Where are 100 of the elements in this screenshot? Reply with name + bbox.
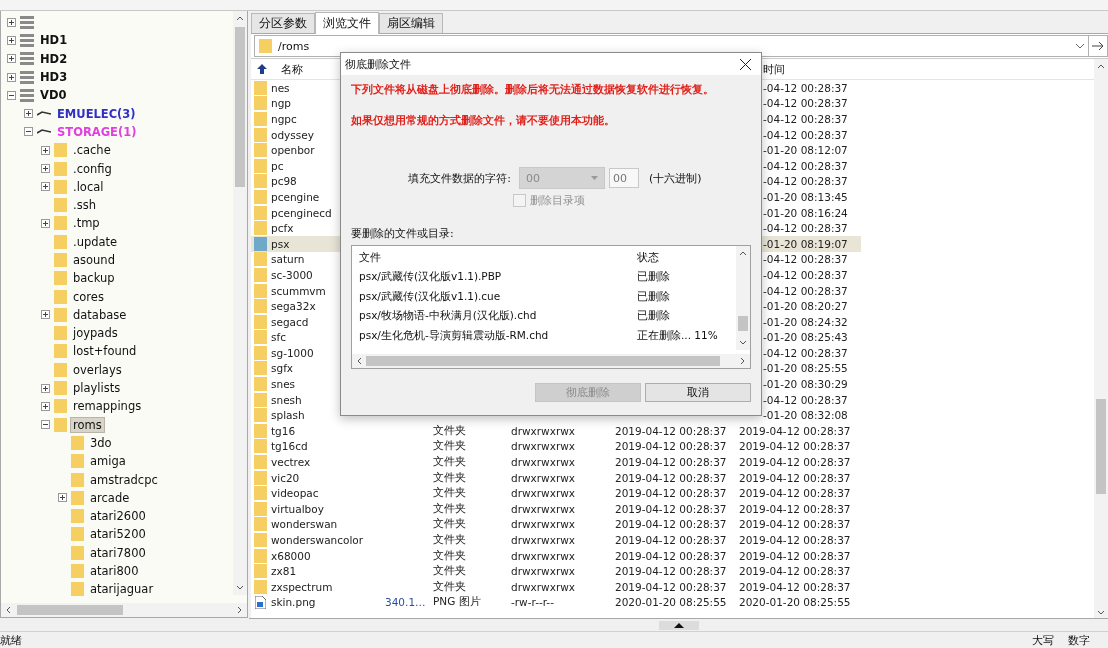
file-name: zxspectrum bbox=[270, 580, 333, 593]
created-time: 2019-04-12 00:28:37 bbox=[738, 518, 851, 531]
file-name: odyssey bbox=[270, 128, 314, 141]
file-name: pc bbox=[270, 159, 284, 172]
created-time: -04-12 00:28:37 bbox=[762, 159, 848, 172]
file-name: x68000 bbox=[270, 549, 311, 562]
created-time: -01-20 08:13:45 bbox=[762, 190, 848, 203]
delete-status: 已删除 bbox=[637, 270, 671, 285]
created-time: 2019-04-12 00:28:37 bbox=[738, 471, 851, 484]
file-name: pcfx bbox=[270, 222, 294, 235]
file-attributes: drwxrwxrwx bbox=[510, 502, 576, 515]
created-time: -01-20 08:32:08 bbox=[762, 409, 848, 422]
warning-text: 如果仅想用常规的方式删除文件，请不要使用本功能。 bbox=[351, 114, 616, 128]
file-type: 文件夹 bbox=[432, 501, 466, 516]
file-name: psx bbox=[270, 237, 290, 250]
created-time: 2020-01-20 08:25:55 bbox=[738, 596, 851, 609]
key-indicator: 数字 bbox=[1068, 632, 1090, 648]
modified-time: 2019-04-12 00:28:37 bbox=[614, 502, 727, 515]
unit-text: (十六进制) bbox=[649, 170, 702, 186]
file-name: nes bbox=[270, 81, 290, 94]
file-name: wonderswan bbox=[270, 518, 338, 531]
file-attributes: drwxrwxrwx bbox=[510, 549, 576, 562]
created-time: 2019-04-12 00:28:37 bbox=[738, 440, 851, 453]
file-type: 文件夹 bbox=[432, 470, 466, 485]
created-time: -04-12 00:28:37 bbox=[762, 175, 848, 188]
file-type: 文件夹 bbox=[432, 548, 466, 563]
created-time: 2019-04-12 00:28:37 bbox=[738, 549, 851, 562]
file-name: segacd bbox=[270, 315, 309, 328]
created-time: -04-12 00:28:37 bbox=[762, 128, 848, 141]
created-time: 2019-04-12 00:28:37 bbox=[738, 502, 851, 515]
file-attributes: drwxrwxrwx bbox=[510, 456, 576, 469]
file-type: 文件夹 bbox=[432, 564, 466, 579]
file-type: 文件夹 bbox=[432, 455, 466, 470]
checkbox-label: 删除目录项 bbox=[530, 193, 585, 208]
file-type: PNG 图片 bbox=[432, 595, 481, 610]
created-time: -01-20 08:19:07 bbox=[762, 237, 848, 250]
created-time: 2019-04-12 00:28:37 bbox=[738, 456, 851, 469]
file-name: wonderswancolor bbox=[270, 534, 364, 546]
file-attributes: drwxrwxrwx bbox=[510, 534, 576, 546]
created-time: -01-20 08:25:43 bbox=[762, 331, 848, 344]
file-name: scummvm bbox=[270, 284, 326, 297]
delete-status: 已删除 bbox=[637, 309, 671, 324]
file-name: sgfx bbox=[270, 362, 294, 375]
warning-text: 下列文件将从磁盘上彻底删除。删除后将无法通过数据恢复软件进行恢复。 bbox=[351, 83, 715, 97]
file-attributes: drwxrwxrwx bbox=[510, 440, 576, 453]
file-name: zx81 bbox=[270, 565, 297, 578]
file-name: sega32x bbox=[270, 300, 316, 313]
file-type: 文件夹 bbox=[432, 423, 466, 438]
modified-time: 2019-04-12 00:28:37 bbox=[614, 549, 727, 562]
file-name: vic20 bbox=[270, 471, 300, 484]
created-time: -04-12 00:28:37 bbox=[762, 81, 848, 94]
file-name: pc98 bbox=[270, 175, 297, 188]
file-name: vectrex bbox=[270, 456, 311, 469]
file-attributes: drwxrwxrwx bbox=[510, 518, 576, 531]
created-time: -01-20 08:16:24 bbox=[762, 206, 848, 219]
modified-time: 2019-04-12 00:28:37 bbox=[614, 518, 727, 531]
created-time: -04-12 00:28:37 bbox=[762, 268, 848, 281]
created-time: -01-20 08:30:29 bbox=[762, 378, 848, 391]
file-attributes: drwxrwxrwx bbox=[510, 471, 576, 484]
modified-time: 2019-04-12 00:28:37 bbox=[614, 456, 727, 469]
file-name: snesh bbox=[270, 393, 302, 406]
file-name: ngpc bbox=[270, 113, 297, 125]
file-path: psx/生化危机-导演剪辑震动版-RM.chd bbox=[359, 328, 550, 343]
modified-time: 2019-04-12 00:28:37 bbox=[614, 471, 727, 484]
file-type: 文件夹 bbox=[432, 439, 466, 454]
file-name: sfc bbox=[270, 331, 286, 344]
file-type: 文件夹 bbox=[432, 533, 466, 547]
created-time: -01-20 08:24:32 bbox=[762, 315, 848, 328]
modified-time: 2019-04-12 00:28:37 bbox=[614, 487, 727, 500]
file-type: 文件夹 bbox=[432, 517, 466, 532]
created-time: -04-12 00:28:37 bbox=[762, 346, 848, 359]
file-path: psx/武藏传(汉化版v1.1).PBP bbox=[359, 270, 503, 285]
file-attributes: drwxrwxrwx bbox=[510, 487, 576, 500]
created-time: -04-12 00:28:37 bbox=[762, 222, 848, 235]
created-time: -04-12 00:28:37 bbox=[762, 284, 848, 297]
file-name: skin.png bbox=[270, 596, 316, 609]
file-name: sc-3000 bbox=[270, 268, 313, 281]
dialog-title: 彻底删除文件 bbox=[345, 56, 411, 72]
created-time: -01-20 08:25:55 bbox=[762, 362, 848, 375]
created-time: -04-12 00:28:37 bbox=[762, 97, 848, 110]
file-name: splash bbox=[270, 409, 305, 422]
file-name: pcenginecd bbox=[270, 206, 332, 219]
created-time: -04-12 00:28:37 bbox=[762, 393, 848, 406]
created-time: 2019-04-12 00:28:37 bbox=[738, 580, 851, 593]
created-time: -01-20 08:12:07 bbox=[762, 144, 848, 157]
delete-status: 已删除 bbox=[637, 289, 671, 304]
file-name: snes bbox=[270, 378, 296, 391]
list-label: 要删除的文件或目录: bbox=[351, 226, 455, 241]
created-time: 2019-04-12 00:28:37 bbox=[738, 565, 851, 578]
file-name: virtualboy bbox=[270, 502, 324, 515]
delete-status: 正在删除... 11% bbox=[637, 328, 719, 343]
file-attributes: drwxrwxrwx bbox=[510, 424, 576, 437]
created-time: 2019-04-12 00:28:37 bbox=[738, 424, 851, 437]
modified-time: 2020-01-20 08:25:55 bbox=[614, 596, 727, 609]
file-attributes: -rw-r--r-- bbox=[510, 596, 554, 609]
file-name: openbor bbox=[270, 144, 315, 157]
status-text: 就绪 bbox=[0, 632, 23, 648]
file-name: videopac bbox=[270, 487, 319, 500]
file-path: psx/武藏传(汉化版v1.1).cue bbox=[359, 289, 502, 304]
created-time: -01-20 08:20:27 bbox=[762, 300, 848, 313]
